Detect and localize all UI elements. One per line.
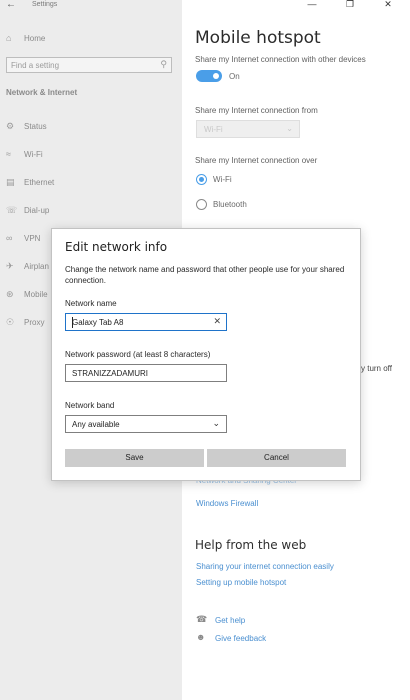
- maximize-icon[interactable]: ❐: [340, 0, 360, 10]
- toggle-state-text: On: [229, 72, 240, 81]
- get-help-link[interactable]: Get help: [215, 616, 245, 625]
- network-password-field[interactable]: STRANIZZADAMURI: [65, 364, 227, 382]
- cancel-button[interactable]: Cancel: [207, 449, 346, 467]
- sidebar-home-label: Home: [24, 33, 46, 43]
- get-help-icon: ☎: [196, 614, 208, 624]
- sidebar-item-proxy[interactable]: ☉ Proxy: [6, 315, 44, 329]
- network-password-value: STRANIZZADAMURI: [72, 369, 148, 378]
- network-name-label: Network name: [65, 299, 117, 308]
- sidebar-item-dialup[interactable]: ☏ Dial-up: [6, 203, 49, 217]
- globe-proxy-icon: ☉: [6, 316, 15, 327]
- chevron-down-icon: ⌄: [212, 418, 220, 428]
- mobile-hotspot-icon: ⊛: [6, 288, 14, 299]
- dialup-icon: ☏: [6, 204, 18, 215]
- share-from-label: Share my Internet connection from: [195, 106, 318, 115]
- help-link-hotspot[interactable]: Setting up mobile hotspot: [196, 578, 286, 587]
- sidebar-item-vpn[interactable]: ∞ VPN: [6, 231, 40, 245]
- close-icon[interactable]: ✕: [378, 0, 398, 10]
- sidebar-item-label: Dial-up: [24, 205, 50, 215]
- back-arrow-icon[interactable]: ←: [6, 0, 16, 10]
- network-name-field[interactable]: Galaxy Tab A8 ✕: [65, 313, 227, 331]
- sidebar-item-label: Airplan: [24, 261, 49, 271]
- share-connection-label: Share my Internet connection with other …: [195, 55, 366, 64]
- sidebar-item-label: Status: [24, 121, 47, 131]
- sidebar-item-label: Wi-Fi: [24, 149, 43, 159]
- sidebar-item-wifi[interactable]: ≈ Wi-Fi: [6, 147, 43, 161]
- edit-network-dialog: Edit network info Change the network nam…: [51, 228, 361, 481]
- sidebar-item-status[interactable]: ⚙ Status: [6, 119, 47, 133]
- network-band-label: Network band: [65, 401, 115, 410]
- minimize-icon[interactable]: —: [302, 0, 322, 9]
- share-from-select[interactable]: Wi-Fi ⌄: [196, 120, 300, 138]
- share-from-value: Wi-Fi: [204, 125, 223, 134]
- network-band-value: Any available: [72, 420, 120, 429]
- save-button[interactable]: Save: [65, 449, 204, 467]
- search-placeholder: Find a setting: [11, 61, 60, 70]
- airplane-icon: ✈: [6, 260, 14, 271]
- give-feedback-link[interactable]: Give feedback: [215, 634, 266, 643]
- network-band-select[interactable]: Any available ⌄: [65, 415, 227, 433]
- help-section-title: Help from the web: [195, 538, 307, 552]
- radio-bluetooth-label: Bluetooth: [213, 200, 247, 209]
- window-controls: — ❐ ✕: [182, 0, 410, 12]
- hotspot-toggle[interactable]: [196, 70, 222, 82]
- network-password-label: Network password (at least 8 characters): [65, 350, 211, 359]
- page-title: Mobile hotspot: [195, 28, 321, 48]
- sidebar-item-label: Mobile: [24, 289, 48, 299]
- dialog-description: Change the network name and password tha…: [65, 265, 345, 285]
- clear-icon[interactable]: ✕: [213, 316, 221, 327]
- sidebar-item-label: VPN: [24, 233, 41, 243]
- sidebar-item-label: Ethernet: [24, 177, 55, 187]
- wifi-icon: ≈: [6, 149, 11, 159]
- radio-bluetooth[interactable]: [196, 199, 207, 210]
- globe-status-icon: ⚙: [6, 120, 15, 131]
- vpn-icon: ∞: [6, 233, 13, 243]
- sidebar-item-home[interactable]: ⌂ Home: [6, 31, 45, 45]
- save-button-label: Save: [125, 453, 144, 462]
- chevron-down-icon: ⌄: [286, 124, 293, 133]
- sidebar-item-label: Proxy: [24, 317, 45, 327]
- sidebar-item-ethernet[interactable]: ▤ Ethernet: [6, 175, 54, 189]
- sidebar-item-airplane[interactable]: ✈ Airplan: [6, 259, 49, 273]
- sidebar-item-mobile-hotspot[interactable]: ⊛ Mobile: [6, 287, 48, 301]
- titlebar-left: ← Settings: [0, 0, 182, 12]
- sidebar-section-title: Network & Internet: [6, 88, 78, 97]
- radio-wifi-label: Wi-Fi: [213, 175, 232, 184]
- app-title: Settings: [32, 1, 58, 8]
- radio-wifi[interactable]: [196, 174, 207, 185]
- search-input[interactable]: Find a setting ⚲: [6, 57, 172, 73]
- network-name-value: Galaxy Tab A8: [72, 318, 124, 327]
- ethernet-icon: ▤: [6, 176, 15, 187]
- dialog-title: Edit network info: [65, 240, 168, 254]
- search-icon: ⚲: [160, 59, 167, 69]
- share-over-label: Share my Internet connection over: [195, 156, 318, 165]
- windows-firewall-link[interactable]: Windows Firewall: [196, 499, 258, 508]
- partial-setting-text: y turn off: [361, 364, 392, 373]
- help-link-sharing[interactable]: Sharing your internet connection easily: [196, 562, 334, 571]
- feedback-icon: ☻: [196, 632, 206, 642]
- toggle-knob: [213, 73, 219, 79]
- home-icon: ⌂: [6, 33, 12, 43]
- cancel-button-label: Cancel: [264, 453, 289, 462]
